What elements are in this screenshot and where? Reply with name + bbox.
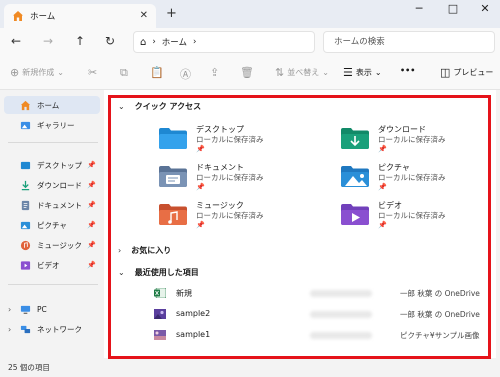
sidebar-item-videos[interactable]: ビデオ 📌	[4, 256, 100, 274]
highlight-frame	[108, 95, 491, 359]
navigation-pane: ホーム ギャラリー デスクトップ 📌 ダウンロード 📌 ドキュメント 📌 ピクチ…	[0, 90, 102, 358]
desktop-folder-icon	[20, 161, 31, 169]
pictures-icon	[20, 221, 31, 229]
tab-close-icon[interactable]: ✕	[140, 10, 148, 21]
new-button[interactable]: ⊕ 新規作成 ⌄	[10, 66, 64, 79]
expand-chevron-icon[interactable]: ›	[8, 325, 11, 334]
trash-icon: 🗑	[240, 66, 254, 79]
pin-icon[interactable]: 📌	[87, 201, 96, 209]
preview-button[interactable]: ◫ プレビュー	[440, 66, 493, 79]
home-icon	[20, 100, 31, 110]
network-icon	[20, 325, 31, 333]
address-separator[interactable]: ›	[152, 37, 155, 47]
maximize-button[interactable]: □	[442, 2, 464, 18]
chevron-down-icon: ⌄	[57, 68, 64, 77]
home-icon	[13, 11, 23, 21]
pin-icon[interactable]: 📌	[87, 261, 96, 269]
pin-icon[interactable]: 📌	[87, 181, 96, 189]
copy-icon: ⧉	[120, 66, 128, 79]
sidebar-item-gallery[interactable]: ギャラリー	[4, 116, 100, 134]
sidebar-item-label: デスクトップ	[37, 160, 82, 170]
view-button[interactable]: ☰ 表示 ⌄	[343, 66, 382, 79]
rename-button[interactable]: Ⓐ	[180, 66, 194, 82]
sidebar-item-label: ミュージック	[37, 240, 82, 250]
sidebar-divider	[8, 142, 98, 143]
up-icon[interactable]: ↑	[72, 34, 88, 50]
pin-icon[interactable]: 📌	[87, 161, 96, 169]
title-bar: ホーム ✕ + ─ □ ✕	[0, 0, 500, 28]
address-home-icon[interactable]: ⌂	[140, 37, 146, 48]
sidebar-item-pictures[interactable]: ピクチャ 📌	[4, 216, 100, 234]
document-icon	[21, 200, 30, 210]
sidebar-item-label: PC	[37, 304, 47, 314]
sidebar-item-music[interactable]: ミュージック 📌	[4, 236, 100, 254]
cut-button[interactable]: ✂	[88, 66, 100, 79]
scissors-icon: ✂	[88, 66, 98, 79]
sidebar-item-downloads[interactable]: ダウンロード 📌	[4, 176, 100, 194]
paste-icon: 📋	[150, 66, 164, 79]
sidebar-item-home[interactable]: ホーム	[4, 96, 100, 114]
sidebar-item-label: ビデオ	[37, 260, 60, 270]
gallery-icon	[20, 121, 31, 129]
sidebar-item-label: ネットワーク	[37, 324, 82, 334]
music-icon	[20, 240, 31, 250]
back-icon[interactable]: ←	[8, 34, 24, 50]
paste-button[interactable]: 📋	[150, 66, 167, 79]
download-icon	[21, 180, 30, 190]
rename-icon: Ⓐ	[180, 68, 191, 81]
search-input[interactable]: ホームの検索	[323, 31, 495, 53]
sidebar-item-desktop[interactable]: デスクトップ 📌	[4, 156, 100, 174]
sidebar-item-label: ホーム	[37, 100, 60, 110]
chevron-down-icon: ⌄	[374, 68, 382, 77]
sort-icon: ⇅	[275, 66, 285, 79]
command-bar: ⊕ 新規作成 ⌄ ✂ ⧉ 📋 Ⓐ ⇪ 🗑 ⇅ 並べ替え ⌄ ☰ 表示 ⌄ •••…	[0, 56, 500, 90]
tab-title: ホーム	[30, 12, 56, 22]
refresh-icon[interactable]: ↻	[102, 34, 118, 50]
forward-icon[interactable]: →	[40, 34, 56, 50]
share-button[interactable]: ⇪	[210, 66, 222, 79]
share-icon: ⇪	[210, 66, 220, 79]
pin-icon[interactable]: 📌	[87, 221, 96, 229]
sort-button-label: 並べ替え	[287, 68, 320, 77]
pc-icon	[20, 305, 31, 314]
status-item-count: 25 個の項目	[8, 363, 50, 372]
sidebar-item-pc[interactable]: › PC	[4, 300, 100, 318]
tab-home[interactable]: ホーム ✕	[4, 4, 156, 28]
copy-button[interactable]: ⧉	[120, 66, 131, 80]
expand-chevron-icon[interactable]: ›	[8, 305, 11, 314]
address-separator[interactable]: ›	[193, 37, 196, 47]
preview-pane-icon: ◫	[440, 66, 451, 79]
sidebar-item-label: ギャラリー	[37, 120, 75, 130]
sidebar-item-label: ピクチャ	[37, 220, 67, 230]
video-icon	[20, 260, 31, 270]
navigation-bar: ← → ↑ ↻ ⌂ › ホーム › ホームの検索	[0, 28, 500, 56]
sidebar-item-label: ドキュメント	[37, 200, 82, 210]
more-button[interactable]: •••	[400, 66, 415, 75]
view-button-label: 表示	[355, 68, 372, 77]
chevron-down-icon: ⌄	[322, 68, 329, 77]
minimize-button[interactable]: ─	[408, 2, 430, 18]
sidebar-item-network[interactable]: › ネットワーク	[4, 320, 100, 338]
pin-icon[interactable]: 📌	[87, 241, 96, 249]
view-icon: ☰	[343, 66, 353, 79]
new-tab-button[interactable]: +	[166, 6, 177, 21]
plus-icon: ⊕	[10, 66, 20, 79]
sort-button[interactable]: ⇅ 並べ替え ⌄	[275, 66, 329, 79]
address-bar[interactable]: ⌂ › ホーム ›	[133, 31, 315, 53]
preview-button-label: プレビュー	[453, 68, 494, 77]
close-window-button[interactable]: ✕	[474, 2, 496, 18]
address-segment-home[interactable]: ホーム	[162, 36, 187, 48]
delete-button[interactable]: 🗑	[240, 66, 257, 79]
sidebar-item-documents[interactable]: ドキュメント 📌	[4, 196, 100, 214]
sidebar-divider	[8, 284, 98, 285]
sidebar-item-label: ダウンロード	[37, 180, 82, 190]
new-button-label: 新規作成	[22, 68, 55, 77]
